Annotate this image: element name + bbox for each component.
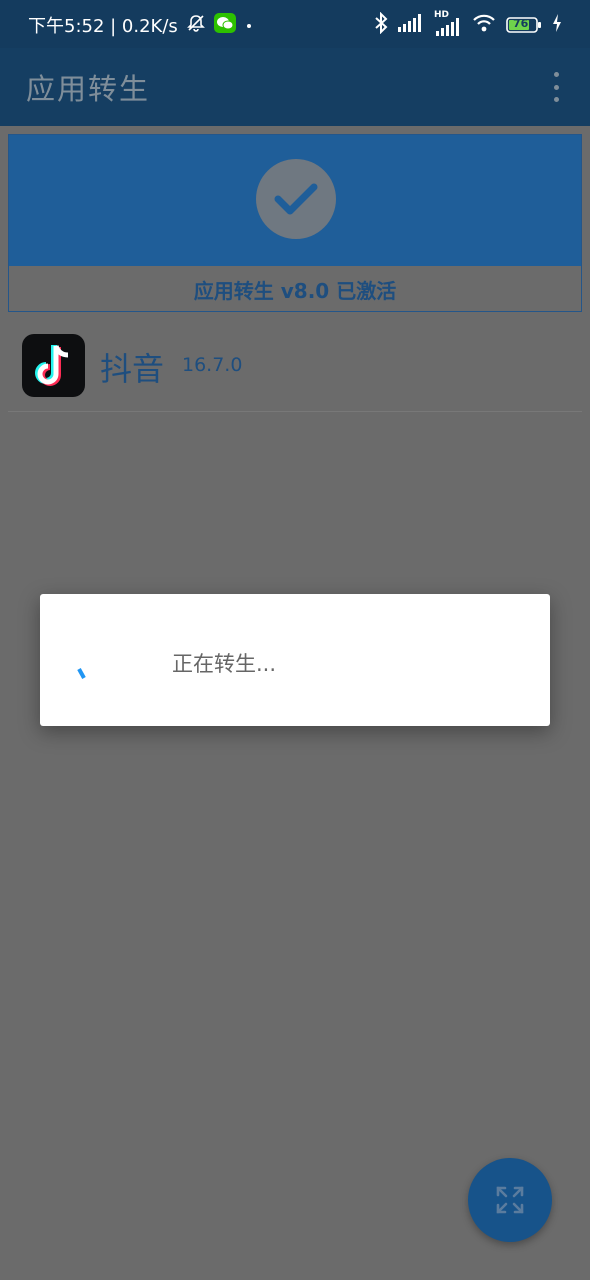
status-banner	[9, 135, 581, 266]
bell-off-icon	[186, 13, 206, 38]
hd-signal-icon: HD	[434, 10, 462, 36]
status-bar-right: HD 76	[374, 10, 562, 38]
wifi-icon	[472, 13, 496, 37]
loading-spinner-icon	[76, 666, 90, 685]
check-icon	[256, 159, 336, 239]
signal-icon	[398, 14, 424, 36]
progress-message: 正在转生...	[172, 652, 277, 676]
status-bar-left: 下午5:52 | 0.2K/s	[28, 12, 254, 38]
activation-status-text: 应用转生 v8.0 已激活	[193, 279, 397, 303]
progress-dialog: 正在转生...	[40, 594, 550, 726]
expand-arrows-icon[interactable]	[468, 1158, 552, 1242]
battery-icon: 76	[506, 16, 542, 34]
bluetooth-icon	[374, 11, 388, 38]
app-version: 16.7.0	[182, 354, 243, 376]
app-bar: 应用转生	[0, 48, 590, 126]
time-speed-text: 下午5:52 | 0.2K/s	[28, 16, 178, 37]
more-vert-icon[interactable]	[544, 68, 568, 106]
charging-icon	[552, 14, 562, 36]
battery-level: 76	[513, 17, 529, 30]
dot-icon	[244, 15, 254, 36]
app-name: 抖音	[100, 350, 165, 388]
status-bar: 下午5:52 | 0.2K/s HD 76	[0, 0, 590, 48]
app-title: 应用转生	[26, 72, 151, 106]
tiktok-icon	[22, 334, 85, 397]
wechat-icon	[213, 12, 236, 38]
list-item[interactable]: 抖音 16.7.0	[8, 324, 582, 412]
activation-status-card[interactable]: 应用转生 v8.0 已激活	[8, 134, 582, 312]
